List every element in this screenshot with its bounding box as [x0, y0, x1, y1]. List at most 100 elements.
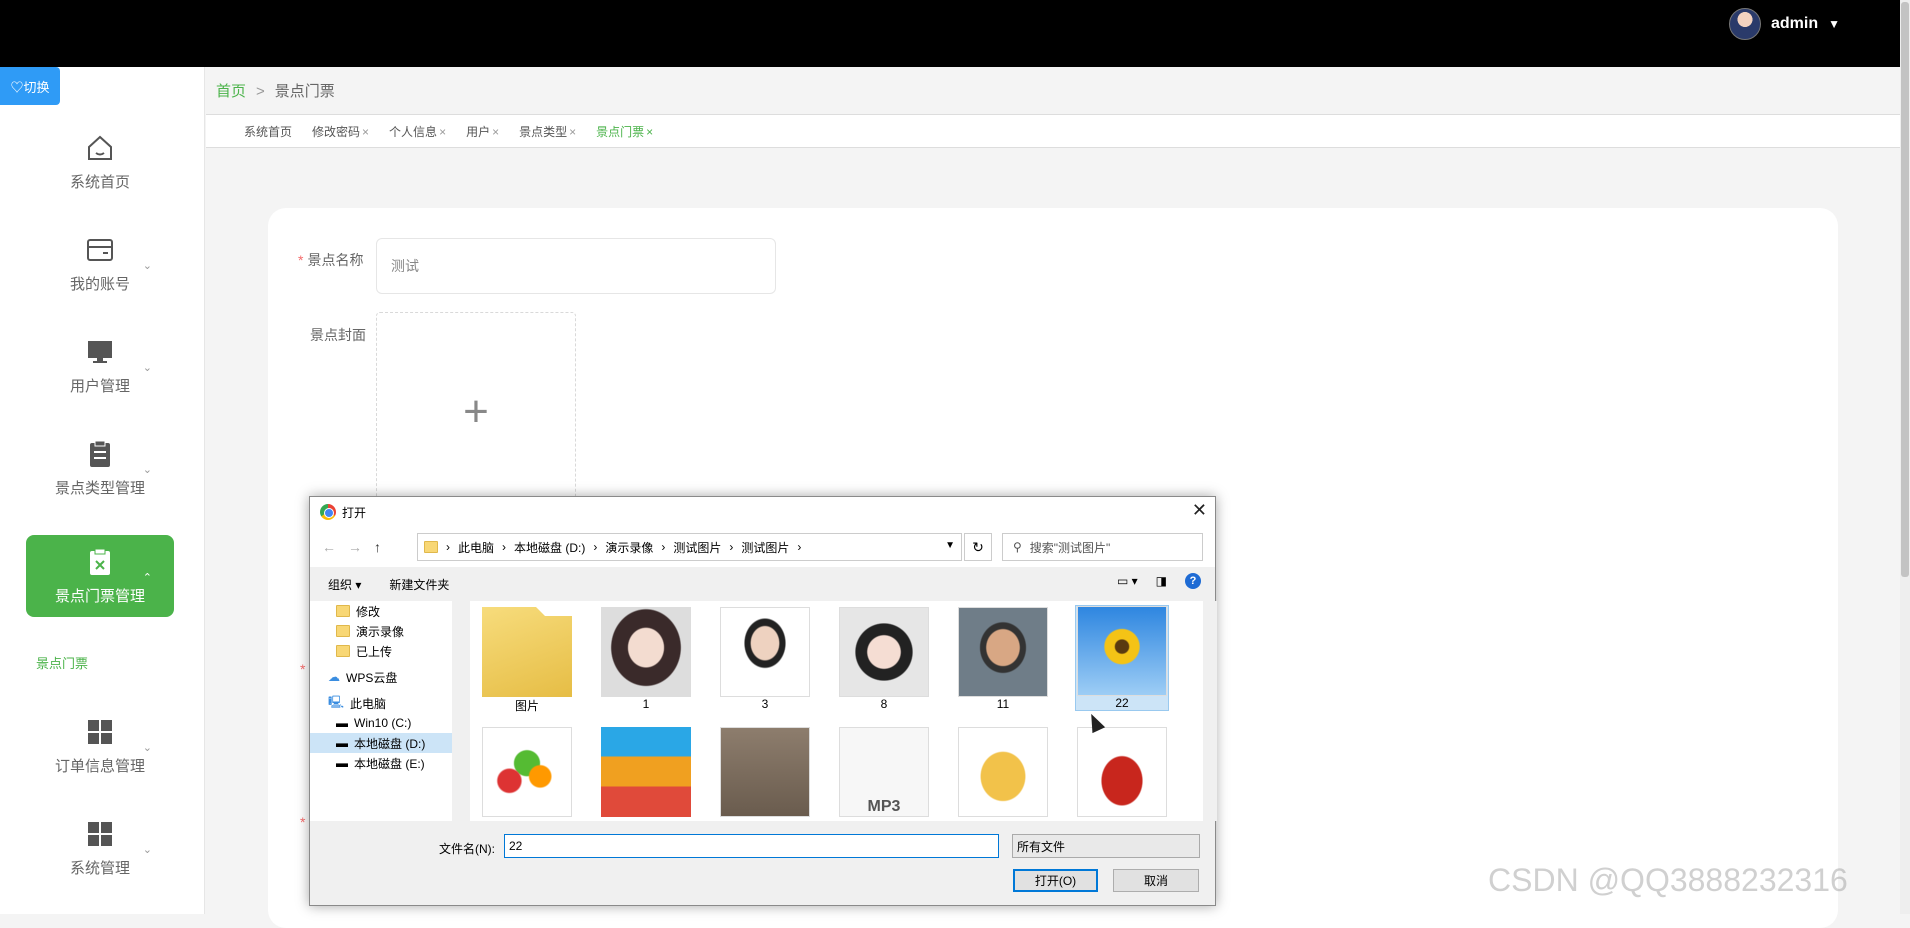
close-icon[interactable]: ×: [569, 125, 576, 139]
cancel-button[interactable]: 取消: [1113, 869, 1199, 892]
tab-users[interactable]: 用户 ×: [466, 123, 499, 140]
sidebar-item-home[interactable]: 系统首页: [26, 121, 174, 203]
sidebar-item-account[interactable]: 我的账号 ⌄: [26, 223, 174, 305]
path-segment[interactable]: 此电脑: [458, 539, 494, 556]
file-tile-archive[interactable]: [599, 727, 693, 817]
tab-profile[interactable]: 个人信息 ×: [389, 123, 446, 140]
back-icon[interactable]: ←: [322, 539, 336, 555]
sidebar-item-tickets[interactable]: 景点门票管理 ⌃: [26, 535, 174, 617]
chevron-down-icon[interactable]: ▼: [945, 540, 955, 551]
preview-pane-icon[interactable]: ◨: [1156, 574, 1167, 588]
file-tile-folder[interactable]: 图片: [480, 607, 574, 714]
avatar: [1728, 8, 1761, 40]
submenu-item-tickets[interactable]: 景点门票: [36, 653, 88, 672]
wallet-icon: [85, 235, 115, 265]
view-options-icon[interactable]: ▭ ▾: [1117, 574, 1138, 588]
tree-scrollbar[interactable]: [452, 601, 465, 821]
open-button[interactable]: 打开(O): [1013, 869, 1098, 892]
breadcrumb: 首页 > 景点门票: [216, 80, 335, 101]
path-segment[interactable]: 演示录像: [605, 539, 653, 556]
tab-tickets[interactable]: 景点门票 ×: [596, 123, 653, 140]
file-grid-scrollbar[interactable]: [1203, 601, 1217, 821]
path-separator-icon: ›: [729, 540, 734, 554]
chevron-down-icon: ⌄: [142, 362, 152, 374]
tab-change-password[interactable]: 修改密码 ×: [312, 123, 369, 140]
filename-input[interactable]: 22: [504, 834, 999, 858]
tab-label: 景点门票: [596, 124, 645, 139]
up-icon[interactable]: ↑: [374, 539, 381, 555]
tab-label: 景点类型: [519, 124, 568, 139]
search-input[interactable]: ⚲ 搜索"测试图片": [1002, 533, 1203, 561]
image-thumbnail: [839, 607, 929, 697]
page-scrollbar[interactable]: [1900, 0, 1910, 914]
breadcrumb-home[interactable]: 首页: [216, 83, 246, 100]
file-tile-image[interactable]: [1075, 727, 1169, 817]
file-name: 8: [880, 697, 888, 711]
file-tile-image[interactable]: 11: [956, 607, 1050, 711]
path-separator-icon: ›: [661, 540, 666, 554]
address-bar[interactable]: › 此电脑 › 本地磁盘 (D:) › 演示录像 › 测试图片 › 测试图片 ›…: [417, 533, 962, 561]
computer-icon: 🖳: [328, 694, 345, 709]
tab-label: 用户: [466, 124, 491, 139]
tree-item[interactable]: 演示录像: [336, 621, 446, 641]
file-tile-image[interactable]: 3: [718, 607, 812, 711]
tree-item[interactable]: 已上传: [336, 641, 446, 661]
organize-button[interactable]: 组织 ▾: [328, 576, 361, 593]
archive-icon: [601, 727, 691, 817]
file-tile-image[interactable]: [956, 727, 1050, 817]
new-folder-button[interactable]: 新建文件夹: [389, 576, 449, 593]
cover-upload[interactable]: +: [376, 312, 576, 512]
file-tile-image[interactable]: 1: [599, 607, 693, 711]
page-scrollbar-thumb[interactable]: [1901, 2, 1909, 577]
tab-scenic-types[interactable]: 景点类型 ×: [519, 123, 576, 140]
sidebar-item-label: 用户管理: [69, 377, 130, 395]
path-segment[interactable]: 测试图片: [673, 539, 721, 556]
drive-icon: ▬: [336, 756, 348, 770]
close-icon[interactable]: ×: [362, 125, 369, 139]
close-icon[interactable]: ✕: [1192, 500, 1207, 521]
refresh-button[interactable]: ↻: [964, 533, 992, 561]
file-tile-image-selected[interactable]: 22: [1075, 605, 1169, 711]
tree-item[interactable]: ▬ Win10 (C:): [336, 713, 446, 733]
tree-item-label: WPS云盘: [346, 670, 398, 685]
image-thumbnail: [482, 727, 572, 817]
required-mark: *: [300, 661, 306, 677]
clipboard-icon: [85, 439, 115, 469]
filetype-select[interactable]: 所有文件: [1012, 834, 1200, 858]
sidebar-item-system[interactable]: 系统管理 ⌄: [26, 807, 174, 889]
tab-label: 系统首页: [244, 124, 293, 139]
breadcrumb-separator: >: [256, 83, 265, 100]
sidebar-item-orders[interactable]: 订单信息管理 ⌄: [26, 705, 174, 787]
file-tile-image[interactable]: 8: [837, 607, 931, 711]
scenic-name-input[interactable]: 测试: [376, 238, 776, 294]
folder-tree: 修改 演示录像 已上传 ☁ WPS云盘 🖳 此电脑 ▬ Win10 (C:) ▬ 本地磁…: [310, 601, 465, 821]
file-tile-image[interactable]: [480, 727, 574, 817]
name-label-text: 景点名称: [307, 252, 364, 268]
tree-item[interactable]: 🖳 此电脑: [328, 693, 446, 713]
watermark: CSDN @QQ3888232316: [1488, 862, 1848, 898]
close-icon[interactable]: ×: [439, 125, 446, 139]
tree-item-selected[interactable]: ▬ 本地磁盘 (D:): [310, 733, 452, 753]
path-segment[interactable]: 本地磁盘 (D:): [514, 539, 585, 556]
folder-icon: [336, 625, 350, 637]
sidebar-item-users[interactable]: 用户管理 ⌄: [26, 325, 174, 407]
tab-home[interactable]: 系统首页: [244, 123, 292, 140]
close-icon[interactable]: ×: [492, 125, 499, 139]
switch-button[interactable]: ♡切换: [0, 67, 60, 105]
monitor-icon: [85, 337, 115, 367]
folder-icon: [482, 607, 572, 697]
forward-icon[interactable]: →: [348, 539, 362, 555]
sidebar-item-scenic-types[interactable]: 景点类型管理 ⌄: [26, 427, 174, 509]
tree-item[interactable]: ☁ WPS云盘: [328, 667, 446, 687]
close-icon[interactable]: ×: [646, 125, 653, 139]
file-tile-image[interactable]: [718, 727, 812, 817]
cloud-icon: ☁: [328, 670, 340, 684]
help-icon[interactable]: ?: [1185, 573, 1201, 589]
user-menu[interactable]: admin ▼: [1728, 8, 1840, 40]
tree-item[interactable]: 修改: [336, 601, 446, 621]
file-tile-audio[interactable]: MP3: [837, 727, 931, 817]
sidebar-item-label: 我的账号: [69, 275, 130, 293]
path-segment[interactable]: 测试图片: [741, 539, 789, 556]
cover-label: 景点封面: [310, 327, 366, 343]
tree-item[interactable]: ▬ 本地磁盘 (E:): [336, 753, 446, 773]
